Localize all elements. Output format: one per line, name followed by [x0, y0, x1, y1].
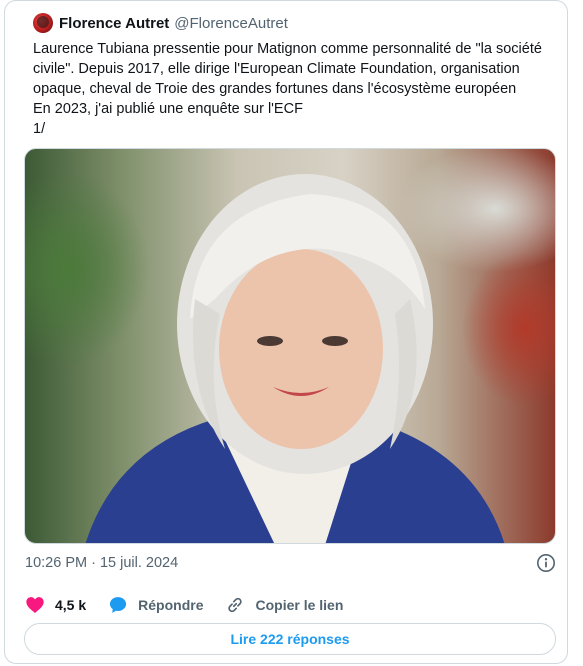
portrait-illustration [85, 174, 505, 543]
tweet-header: Florence Autret @FlorenceAutret [33, 11, 288, 35]
tweet-text-line: En 2023, j'ai publié une enquête sur l'E… [33, 101, 303, 117]
tweet-card: Florence Autret @FlorenceAutret Laurence… [4, 0, 568, 664]
heart-icon [26, 597, 44, 613]
copy-link-label: Copier le lien [255, 597, 344, 613]
tweet-timestamp[interactable]: 10:26 PM · 15 juil. 2024 [25, 555, 178, 571]
tweet-text-line: Laurence Tubiana pressentie pour Matigno… [33, 41, 542, 57]
tweet-text-line: 1/ [33, 121, 46, 137]
copy-link-button[interactable]: Copier le lien [225, 595, 343, 615]
reply-button[interactable]: Répondre [108, 595, 203, 615]
tweet-photo[interactable] [24, 148, 556, 544]
reply-label: Répondre [138, 597, 204, 613]
like-count: 4,5 k [55, 597, 87, 613]
author-handle[interactable]: @FlorenceAutret [174, 15, 288, 32]
author-avatar[interactable] [33, 13, 53, 33]
read-replies-button[interactable]: Lire 222 réponses [24, 623, 556, 655]
speech-bubble-icon [110, 597, 127, 613]
tweet-text-line: civile". Depuis 2017, elle dirige l'Euro… [33, 61, 520, 77]
tweet-actions: 4,5 k Répondre Copier le lien [25, 593, 365, 617]
tweet-text-line: opaque, cheval de Troie des grandes fort… [33, 81, 517, 97]
info-icon[interactable] [536, 553, 556, 573]
tweet-text: Laurence Tubiana pressentie pour Matigno… [33, 39, 543, 139]
like-button[interactable]: 4,5 k [25, 595, 86, 615]
link-icon [228, 597, 243, 613]
author-name[interactable]: Florence Autret [59, 15, 169, 32]
